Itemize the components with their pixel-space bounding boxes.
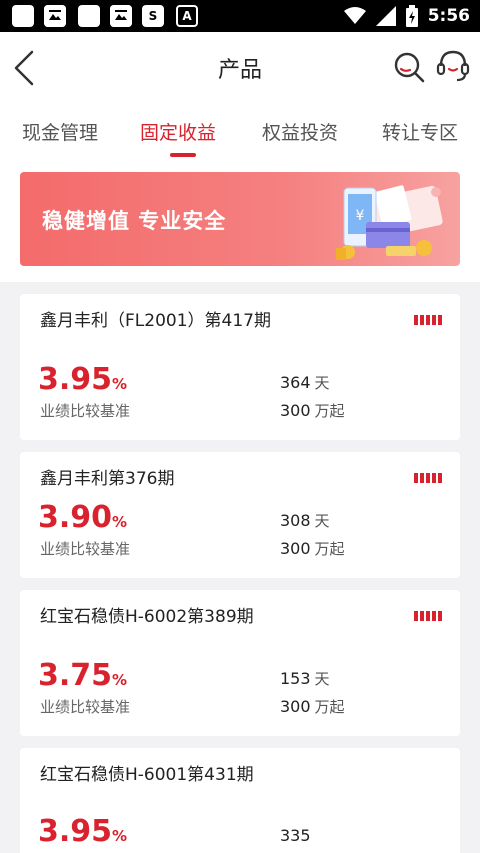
promo-banner[interactable]: 稳健增值 专业安全 ¥ <box>20 172 460 266</box>
product-term: 153 天 <box>280 669 330 688</box>
category-tabs: 现金管理 固定收益 权益投资 转让专区 <box>0 104 480 161</box>
tab-fixed-income[interactable]: 固定收益 <box>140 118 216 145</box>
status-bar: S A 5:56 <box>0 0 480 32</box>
product-card[interactable]: 鑫月丰利第376期 3.90% 业绩比较基准 308 天 300 万起 <box>20 452 460 578</box>
risk-level-icon <box>414 611 442 621</box>
tab-transfer-zone[interactable]: 转让专区 <box>382 118 458 145</box>
gallery-icon <box>44 5 66 27</box>
yield-rate: 3.95% <box>38 362 128 397</box>
a-app-icon: A <box>176 5 198 27</box>
battery-icon <box>405 5 418 27</box>
yield-rate: 3.95% <box>38 814 128 849</box>
risk-level-icon <box>414 315 442 325</box>
minimum-purchase: 300 万起 <box>280 539 345 558</box>
finance-illustration-icon: ¥ <box>336 185 443 260</box>
customer-service-icon[interactable] <box>436 48 470 84</box>
wifi-icon <box>343 7 366 24</box>
minimum-purchase: 300 万起 <box>280 697 345 716</box>
app-header: 产品 <box>0 32 480 104</box>
active-tab-indicator <box>170 153 196 157</box>
product-term: 335 <box>280 826 311 845</box>
minimum-purchase: 300 万起 <box>280 401 345 420</box>
s-app-icon: S <box>142 5 164 27</box>
yield-label: 业绩比较基准 <box>40 402 131 420</box>
product-name: 鑫月丰利第376期 <box>40 469 175 489</box>
tab-cash-management[interactable]: 现金管理 <box>22 118 98 145</box>
signal-icon <box>375 6 396 26</box>
banner-section: 稳健增值 专业安全 ¥ <box>0 160 480 282</box>
product-card[interactable]: 红宝石稳债H-6001第431期 3.95% 335 <box>20 748 460 853</box>
product-card[interactable]: 鑫月丰利（FL2001）第417期 3.95% 业绩比较基准 364 天 300 万… <box>20 294 460 440</box>
tab-equity-investment[interactable]: 权益投资 <box>262 118 338 145</box>
gallery-icon <box>110 5 132 27</box>
yield-rate: 3.75% <box>38 658 128 693</box>
product-card[interactable]: 红宝石稳债H-6002第389期 3.75% 业绩比较基准 153 天 300 万起 <box>20 590 460 736</box>
yield-label: 业绩比较基准 <box>40 540 131 558</box>
yield-label: 业绩比较基准 <box>40 698 131 716</box>
product-term: 364 天 <box>280 373 330 392</box>
banner-slogan: 稳健增值 专业安全 <box>42 209 227 233</box>
product-name: 鑫月丰利（FL2001）第417期 <box>40 311 271 331</box>
yield-rate: 3.90% <box>38 500 128 535</box>
square-icon <box>12 5 34 27</box>
svg-text:¥: ¥ <box>356 208 365 224</box>
product-term: 308 天 <box>280 511 330 530</box>
square-icon <box>78 5 100 27</box>
risk-level-icon <box>414 473 442 483</box>
product-name: 红宝石稳债H-6001第431期 <box>40 765 254 785</box>
search-icon[interactable] <box>392 50 426 84</box>
clock: 5:56 <box>427 6 470 26</box>
product-name: 红宝石稳债H-6002第389期 <box>40 607 254 627</box>
